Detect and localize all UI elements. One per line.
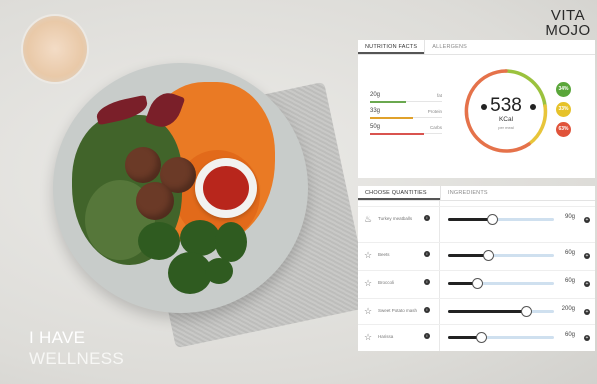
ingredient-amount: 200g bbox=[561, 306, 575, 312]
ingredient-amount: 60g bbox=[564, 278, 575, 284]
macro-carbs: 50g Carbs bbox=[370, 124, 442, 135]
kcal-value: 538 bbox=[490, 95, 522, 116]
brand-line-2: MOJO bbox=[545, 22, 591, 39]
ingredient-name: Beets bbox=[378, 252, 390, 257]
tagline-line-1: I HAVE bbox=[29, 328, 86, 347]
ingredient-amount: 60g bbox=[564, 332, 575, 338]
quantity-slider-handle[interactable] bbox=[472, 278, 484, 289]
star-icon[interactable]: ☆ bbox=[364, 307, 372, 316]
tagline: I HAVE WELLNESS bbox=[29, 328, 124, 370]
percent-badge-fat: 34% bbox=[556, 82, 571, 97]
tagline-line-2: WELLNESS bbox=[29, 349, 124, 368]
macro-value: 33g bbox=[370, 108, 381, 114]
add-icon[interactable]: + bbox=[584, 335, 590, 341]
broccoli bbox=[138, 222, 180, 260]
quantity-tabs: CHOOSE QUANTITIES INGREDIENTS bbox=[358, 186, 595, 201]
tab-ingredients[interactable]: INGREDIENTS bbox=[440, 186, 495, 200]
percent-badge-protein: 33% bbox=[556, 102, 571, 117]
quantity-slider-fill bbox=[448, 218, 493, 221]
ingredient-amount: 90g bbox=[564, 214, 575, 220]
ingredient-name: Harissa bbox=[378, 334, 394, 339]
add-icon[interactable]: + bbox=[584, 217, 590, 223]
kcal-subtitle: per meal bbox=[498, 125, 514, 130]
quantity-slider-handle[interactable] bbox=[520, 306, 532, 317]
add-icon[interactable]: + bbox=[584, 253, 590, 259]
quantity-row: ☆ Sweet Potato mash i 200g + bbox=[358, 298, 595, 322]
macro-fat: 20g fat bbox=[370, 92, 442, 103]
info-icon[interactable]: i bbox=[424, 215, 430, 221]
broccoli bbox=[180, 220, 220, 256]
info-icon[interactable]: i bbox=[424, 279, 430, 285]
nutrition-tabs: NUTRITION FACTS ALLERGENS bbox=[358, 40, 595, 55]
macro-bar bbox=[370, 101, 406, 103]
quantity-slider-handle[interactable] bbox=[487, 214, 499, 225]
star-icon[interactable]: ☆ bbox=[364, 333, 372, 342]
quantity-slider-handle[interactable] bbox=[476, 332, 488, 343]
quantity-slider-handle[interactable] bbox=[482, 250, 494, 261]
meatball bbox=[136, 182, 174, 220]
ring-segment-yellow bbox=[527, 104, 548, 146]
macro-value: 20g bbox=[370, 92, 381, 98]
tab-choose-quantities[interactable]: CHOOSE QUANTITIES bbox=[358, 186, 440, 200]
macro-bar bbox=[370, 117, 414, 119]
star-icon[interactable]: ☆ bbox=[364, 279, 372, 288]
macro-name: fat bbox=[436, 93, 442, 98]
tab-nutrition-facts[interactable]: NUTRITION FACTS bbox=[358, 40, 425, 54]
add-icon[interactable]: + bbox=[584, 281, 590, 287]
ingredient-name: Turkey meatballs bbox=[378, 216, 413, 221]
quantity-row: ☆ Beets i 60g + bbox=[358, 242, 595, 266]
ring-dot-right bbox=[530, 104, 536, 110]
brand-logo: VITA MOJO bbox=[544, 8, 592, 38]
quantity-row: ♨ Turkey meatballs i 90g + bbox=[358, 206, 595, 230]
broccoli bbox=[215, 222, 247, 262]
info-icon[interactable]: i bbox=[424, 251, 430, 257]
quantities-panel: CHOOSE QUANTITIES INGREDIENTS ♨ Turkey m… bbox=[358, 186, 595, 351]
quantity-row: ☆ Harissa i 60g + bbox=[358, 324, 595, 348]
macro-value: 50g bbox=[370, 124, 381, 130]
add-icon[interactable]: + bbox=[584, 309, 590, 315]
broccoli bbox=[205, 258, 233, 284]
percent-badge-carbs: 63% bbox=[556, 122, 571, 137]
ingredient-name: Sweet Potato mash bbox=[378, 308, 418, 313]
macro-protein: 33g Protein bbox=[370, 108, 442, 119]
info-icon[interactable]: i bbox=[424, 333, 430, 339]
macro-name: Carbs bbox=[429, 125, 442, 130]
kcal-unit: KCal bbox=[498, 116, 514, 123]
quantity-row: ☆ Broccoli i 60g + bbox=[358, 270, 595, 294]
nutrition-panel: NUTRITION FACTS ALLERGENS 20g fat 33g Pr… bbox=[358, 40, 595, 178]
info-icon[interactable]: i bbox=[424, 307, 430, 313]
ingredient-amount: 60g bbox=[564, 250, 575, 256]
ingredient-name: Broccoli bbox=[378, 280, 395, 285]
star-icon[interactable]: ☆ bbox=[364, 251, 372, 260]
meatball-icon: ♨ bbox=[364, 214, 373, 224]
juice-glass bbox=[21, 14, 89, 84]
macro-bar bbox=[370, 133, 424, 135]
brand-line-1: VITA bbox=[550, 7, 586, 24]
harissa-sauce bbox=[203, 166, 249, 210]
quantity-slider-fill bbox=[448, 310, 527, 313]
meatball bbox=[125, 147, 161, 183]
tab-allergens[interactable]: ALLERGENS bbox=[424, 40, 474, 54]
macro-name: Protein bbox=[427, 109, 442, 114]
